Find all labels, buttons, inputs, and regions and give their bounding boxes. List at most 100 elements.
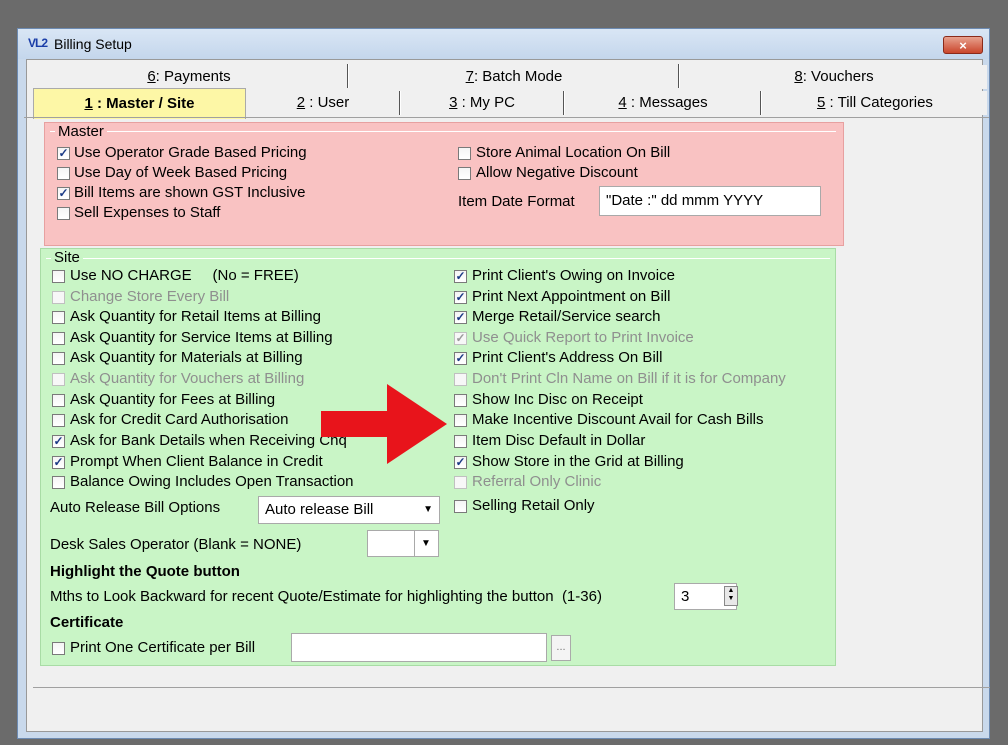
checkbox-one-certificate-per-bill[interactable] <box>52 642 65 655</box>
checkbox-print-client-owing[interactable]: ✓ <box>454 270 467 283</box>
checkbox-print-next-appointment[interactable]: ✓ <box>454 291 467 304</box>
select-divider <box>414 531 415 556</box>
window-title: Billing Setup <box>54 36 132 52</box>
checkbox-allow-negative-discount[interactable] <box>458 167 471 180</box>
site-group-title: Site <box>51 249 83 266</box>
item-date-format-input[interactable]: "Date :" dd mmm YYYY <box>599 186 821 216</box>
checkbox-item-disc-dollar[interactable] <box>454 435 467 448</box>
label-print-client-owing: Print Client's Owing on Invoice <box>472 267 675 284</box>
label-ask-qty-service: Ask Quantity for Service Items at Billin… <box>70 329 333 346</box>
tab-label: : Payments <box>155 68 231 85</box>
certificate-input[interactable] <box>291 633 547 662</box>
checkbox-change-store-every-bill <box>52 291 65 304</box>
label-print-next-appointment: Print Next Appointment on Bill <box>472 288 671 305</box>
group-border <box>46 258 830 259</box>
tab-key: 8 <box>794 68 803 85</box>
tab-my-pc[interactable]: 3 : My PC <box>402 91 562 115</box>
label-credit-card-auth: Ask for Credit Card Authorisation <box>70 411 289 428</box>
label-desk-sales-operator: Desk Sales Operator (Blank = NONE) <box>50 536 302 553</box>
checkbox-print-client-address[interactable]: ✓ <box>454 352 467 365</box>
label-show-inc-disc: Show Inc Disc on Receipt <box>472 391 643 408</box>
tab-payments[interactable]: 6: Payments <box>30 65 348 89</box>
tab-divider <box>760 91 762 115</box>
label-one-certificate-per-bill: Print One Certificate per Bill <box>70 639 256 656</box>
label-gst-inclusive: Bill Items are shown GST Inclusive <box>74 184 306 201</box>
tab-till-categories[interactable]: 5 : Till Categories <box>763 91 987 115</box>
checkbox-selling-retail-only[interactable] <box>454 500 467 513</box>
label-day-of-week-pricing: Use Day of Week Based Pricing <box>74 164 288 181</box>
stepper-down-icon[interactable]: ▼ <box>728 595 735 602</box>
tab-strip-border <box>24 117 989 118</box>
arrow-shape <box>321 384 447 464</box>
label-item-date-format: Item Date Format <box>458 193 575 210</box>
label-print-client-address: Print Client's Address On Bill <box>472 349 663 366</box>
checkbox-merge-retail-service[interactable]: ✓ <box>454 311 467 324</box>
label-ask-qty-retail: Ask Quantity for Retail Items at Billing <box>70 308 321 325</box>
tab-key: 1 <box>84 95 93 112</box>
quote-months-stepper[interactable]: ▲ ▼ <box>724 586 738 606</box>
tab-master-site[interactable]: 1 : Master / Site <box>33 88 246 119</box>
checkbox-ask-qty-materials[interactable] <box>52 352 65 365</box>
checkbox-ask-qty-retail[interactable] <box>52 311 65 324</box>
checkbox-show-inc-disc[interactable] <box>454 394 467 407</box>
chevron-down-icon: ▼ <box>423 504 433 515</box>
tab-label: : Vouchers <box>802 68 874 85</box>
tab-vouchers[interactable]: 8: Vouchers <box>681 65 987 89</box>
checkbox-day-of-week-pricing[interactable] <box>57 167 70 180</box>
checkbox-prompt-client-credit[interactable]: ✓ <box>52 456 65 469</box>
tab-label: : Messages <box>626 94 708 111</box>
quote-months-value: 3 <box>681 588 690 605</box>
checkbox-operator-grade-pricing[interactable]: ✓ <box>57 147 70 160</box>
checkbox-ask-qty-service[interactable] <box>52 332 65 345</box>
desk-sales-operator-select[interactable]: ▼ <box>367 530 439 557</box>
label-ask-qty-materials: Ask Quantity for Materials at Billing <box>70 349 303 366</box>
label-incentive-discount-cash: Make Incentive Discount Avail for Cash B… <box>472 411 764 428</box>
checkbox-use-no-charge[interactable] <box>52 270 65 283</box>
tab-label: : Master / Site <box>92 95 195 112</box>
label-operator-grade-pricing: Use Operator Grade Based Pricing <box>74 144 307 161</box>
checkbox-show-store-grid[interactable]: ✓ <box>454 456 467 469</box>
tab-batch-mode[interactable]: 7: Batch Mode <box>350 65 678 89</box>
stepper-up-icon[interactable]: ▲ <box>728 587 735 594</box>
label-change-store-every-bill: Change Store Every Bill <box>70 288 230 305</box>
label-referral-only-clinic: Referral Only Clinic <box>472 473 602 490</box>
checkbox-quick-report-invoice: ✓ <box>454 331 467 345</box>
label-ask-qty-fees: Ask Quantity for Fees at Billing <box>70 391 276 408</box>
tab-label: : User <box>305 94 350 111</box>
tab-label: : Batch Mode <box>473 68 563 85</box>
label-ask-qty-vouchers: Ask Quantity for Vouchers at Billing <box>70 370 305 387</box>
tab-key: 2 <box>296 94 306 111</box>
checkbox-referral-only-clinic <box>454 476 467 489</box>
close-button[interactable]: × <box>943 36 983 54</box>
label-show-store-grid: Show Store in the Grid at Billing <box>472 453 684 470</box>
certificate-browse-button[interactable]: ... <box>551 635 571 661</box>
quote-heading: Highlight the Quote button <box>50 563 240 580</box>
checkbox-ask-qty-fees[interactable] <box>52 394 65 407</box>
tab-divider <box>399 91 401 115</box>
label-quick-report-invoice: Use Quick Report to Print Invoice <box>472 329 694 346</box>
auto-release-select[interactable]: Auto release Bill ▼ <box>258 496 440 524</box>
chevron-down-icon: ▼ <box>421 538 431 549</box>
label-prompt-client-credit: Prompt When Client Balance in Credit <box>70 453 323 470</box>
label-quote-months: Mths to Look Backward for recent Quote/E… <box>50 588 602 605</box>
checkbox-sell-expenses-staff[interactable] <box>57 207 70 220</box>
checkbox-balance-open-transaction[interactable] <box>52 476 65 489</box>
checkbox-gst-inclusive[interactable]: ✓ <box>57 187 70 200</box>
checkbox-ask-qty-vouchers <box>52 373 65 386</box>
tab-divider <box>563 91 565 115</box>
app-icon: VL2 <box>28 36 48 50</box>
checkbox-incentive-discount-cash[interactable] <box>454 414 467 427</box>
label-allow-negative-discount: Allow Negative Discount <box>476 164 638 181</box>
label-bank-details-chq: Ask for Bank Details when Receiving Chq <box>70 432 347 449</box>
tab-user[interactable]: 2 : User <box>247 91 399 115</box>
tab-key: 4 <box>618 94 627 111</box>
checkbox-store-animal-location[interactable] <box>458 147 471 160</box>
label-item-disc-dollar: Item Disc Default in Dollar <box>472 432 646 449</box>
checkbox-credit-card-auth[interactable] <box>52 414 65 427</box>
title-bar[interactable]: VL2 Billing Setup × <box>18 29 989 59</box>
master-group-title: Master <box>55 123 107 140</box>
checkbox-bank-details-chq[interactable]: ✓ <box>52 435 65 448</box>
auto-release-value: Auto release Bill <box>265 501 374 518</box>
tab-messages[interactable]: 4 : Messages <box>566 91 760 115</box>
label-use-no-charge: Use NO CHARGE (No = FREE) <box>70 267 299 284</box>
